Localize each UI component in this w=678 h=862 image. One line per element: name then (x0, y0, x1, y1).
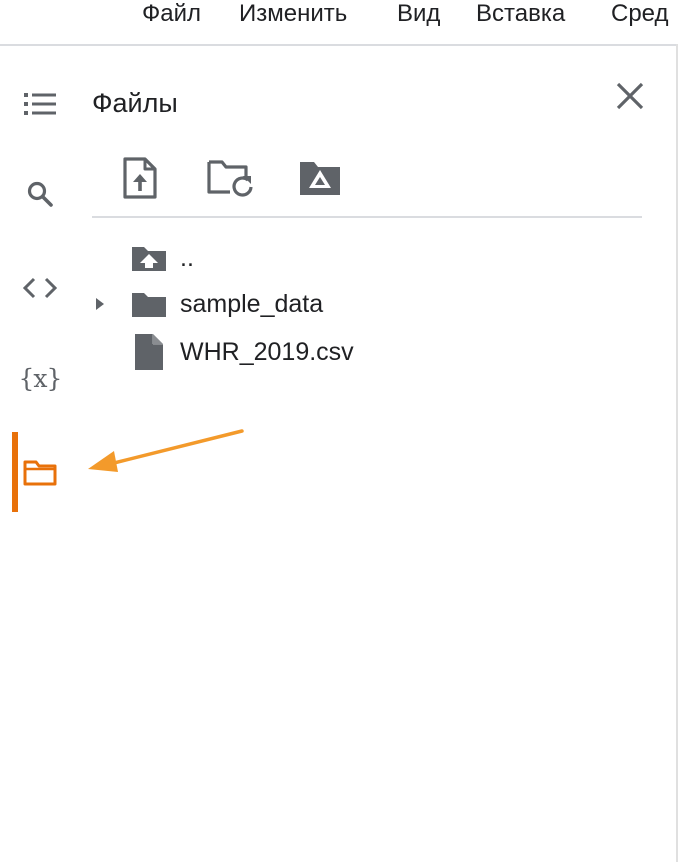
sidebar-item-variables[interactable]: {x} (14, 352, 66, 404)
sidebar-item-search[interactable] (14, 168, 66, 220)
menu-file[interactable]: Файл (142, 0, 201, 28)
variables-icon: {x} (18, 363, 63, 393)
upload-file-button[interactable] (112, 150, 168, 206)
menu-bar: Файл Изменить Вид Вставка Сред (0, 0, 678, 44)
tree-item-name: .. (180, 244, 194, 272)
sidebar-item-table-of-contents[interactable] (14, 78, 66, 130)
folder-icon (130, 286, 168, 322)
search-icon (27, 181, 53, 207)
tree-item-whr-2019-csv[interactable]: WHR_2019.csv (86, 330, 636, 374)
menu-insert[interactable]: Вставка (476, 0, 565, 28)
menu-bar-divider (0, 44, 678, 46)
mount-drive-button[interactable] (292, 150, 348, 206)
upload-file-icon (123, 157, 157, 199)
menu-runtime[interactable]: Сред (611, 0, 669, 28)
table-of-contents-icon (24, 93, 56, 115)
expand-caret-icon[interactable] (92, 294, 108, 314)
sidebar-item-code-snippets[interactable] (14, 262, 66, 314)
menu-view[interactable]: Вид (397, 0, 440, 28)
close-panel-button[interactable] (608, 74, 652, 118)
tree-item-name: sample_data (180, 290, 324, 318)
file-icon (130, 334, 168, 370)
folder-icon (23, 460, 57, 486)
annotation-arrow (88, 429, 244, 472)
tree-item-name: WHR_2019.csv (180, 338, 354, 366)
refresh-folder-icon (207, 160, 253, 197)
parent-folder-icon (130, 240, 168, 276)
toolbar-divider (92, 216, 642, 218)
sidebar-item-files[interactable] (14, 446, 66, 498)
refresh-files-button[interactable] (202, 150, 258, 206)
mount-drive-icon (300, 162, 340, 195)
tree-item-parent[interactable]: .. (86, 236, 636, 280)
panel-title: Файлы (92, 88, 178, 118)
close-icon (616, 82, 644, 110)
menu-edit[interactable]: Изменить (239, 0, 347, 28)
code-snippets-icon (23, 277, 57, 299)
tree-item-sample-data[interactable]: sample_data (86, 282, 636, 326)
